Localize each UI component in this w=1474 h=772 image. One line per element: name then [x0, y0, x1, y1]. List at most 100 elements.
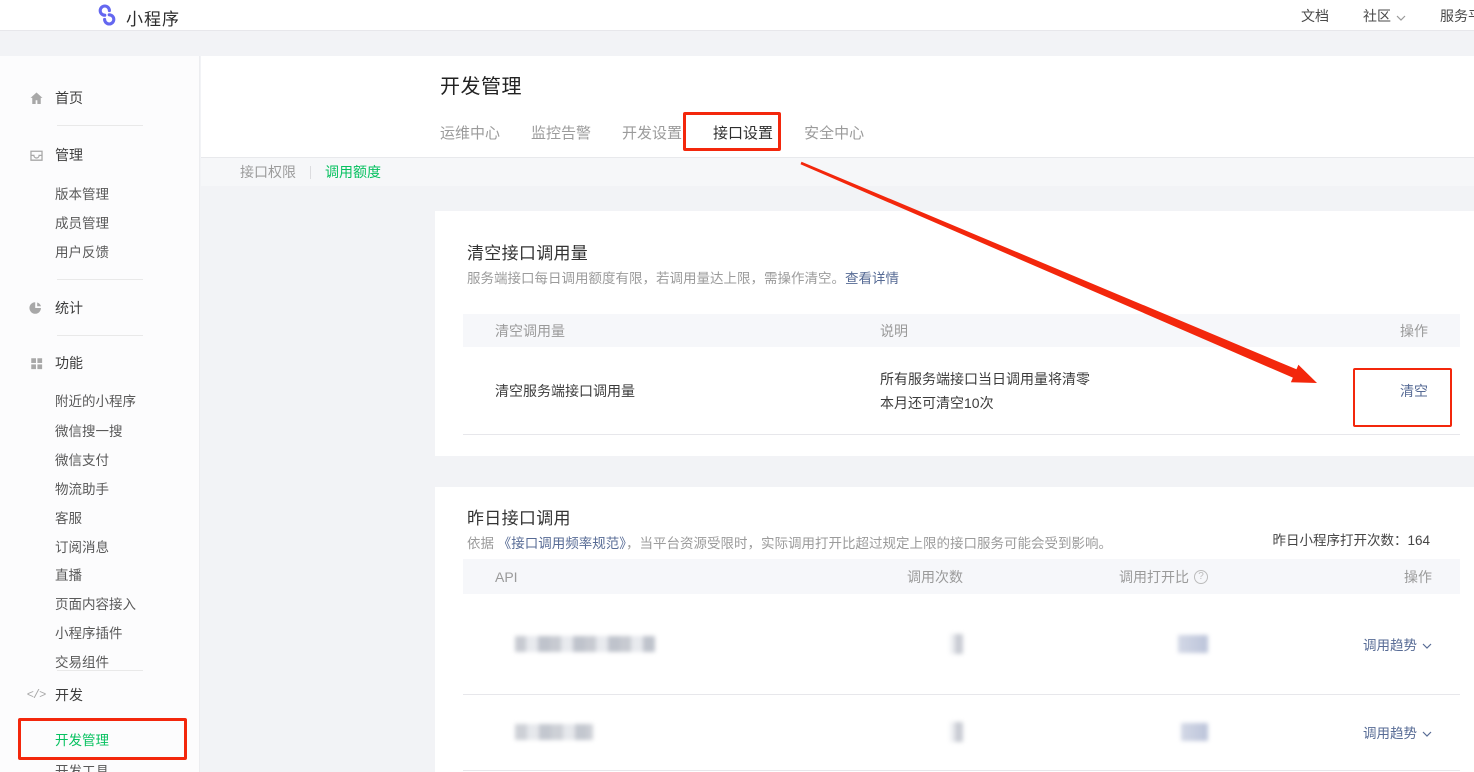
table-row: 清空服务端接口调用量 所有服务端接口当日调用量将清零 本月还可清空10次 清空 — [463, 347, 1460, 434]
section-title: 昨日接口调用 — [467, 504, 571, 529]
sidebar-item-member-mgmt[interactable]: 成员管理 — [0, 212, 200, 232]
frequency-spec-link[interactable]: 《接口调用频率规范》 — [498, 536, 626, 551]
section-description: 依据 《接口调用频率规范》，当平台资源受限时，实际调用打开比超过规定上限的接口服… — [467, 532, 1112, 552]
nav-docs[interactable]: 文档 — [1301, 6, 1329, 26]
sidebar-item-page-content[interactable]: 页面内容接入 — [0, 593, 200, 613]
sidebar-item-management[interactable]: 管理 — [0, 145, 200, 165]
open-count-stat: 昨日小程序打开次数：164 — [1272, 529, 1430, 549]
open-ratio-label: 调用打开比 — [1119, 567, 1189, 587]
clear-table-header: 清空调用量 说明 操作 — [463, 314, 1460, 347]
sidebar-item-live[interactable]: 直播 — [0, 564, 200, 584]
clear-desc-line2: 本月还可清空10次 — [880, 391, 1310, 415]
sidebar-item-label: 直播 — [55, 564, 82, 584]
sidebar-item-development[interactable]: </> 开发 — [0, 685, 200, 705]
action-cell: 调用趋势 — [1208, 722, 1460, 742]
table-row: 调用趋势 — [463, 694, 1460, 770]
sidebar-item-label: 用户反馈 — [55, 241, 109, 261]
sidebar-item-label: 客服 — [55, 507, 82, 527]
tab-bar: 运维中心 监控告警 开发设置 接口设置 安全中心 — [440, 110, 864, 158]
open-count-label: 昨日小程序打开次数： — [1272, 533, 1407, 548]
code-icon: </> — [27, 686, 45, 704]
sidebar-item-home[interactable]: 首页 — [0, 88, 200, 108]
nav-community[interactable]: 社区 — [1363, 6, 1406, 26]
sidebar-item-label: 成员管理 — [55, 212, 109, 232]
redacted-api-name — [515, 724, 593, 740]
sidebar-item-trade-component[interactable]: 交易组件 — [0, 651, 200, 671]
tab-security-center[interactable]: 安全中心 — [804, 110, 864, 158]
redacted-call-count — [950, 722, 963, 742]
inbox-icon — [27, 146, 45, 164]
redacted-open-ratio — [1181, 723, 1208, 741]
action-cell: 调用趋势 — [1208, 634, 1460, 654]
column-header-action: 操作 — [1208, 567, 1460, 587]
chevron-down-icon[interactable] — [1422, 724, 1432, 740]
subtab-api-permissions[interactable]: 接口权限 — [240, 162, 296, 182]
sidebar-item-wechat-pay[interactable]: 微信支付 — [0, 449, 200, 469]
sidebar-item-plugins[interactable]: 小程序插件 — [0, 622, 200, 642]
sidebar-item-label: 附近的小程序 — [55, 390, 136, 410]
sidebar: 首页 管理 版本管理 成员管理 用户反馈 统计 功能 附近的小程序 微信搜一搜 … — [0, 56, 200, 772]
api-name-cell — [463, 724, 843, 740]
subtab-call-quota[interactable]: 调用额度 — [325, 162, 381, 182]
open-count-value: 164 — [1407, 533, 1430, 548]
tab-api-settings[interactable]: 接口设置 — [713, 110, 773, 158]
sidebar-item-label: 功能 — [55, 353, 83, 373]
tab-operations-center[interactable]: 运维中心 — [440, 110, 500, 158]
section-description: 服务端接口每日调用额度有限，若调用量达上限，需操作清空。查看详情 — [467, 267, 899, 287]
yesterday-api-section: 昨日接口调用 依据 《接口调用频率规范》，当平台资源受限时，实际调用打开比超过规… — [435, 487, 1474, 772]
column-header-api: API — [463, 569, 843, 585]
sidebar-item-dev-management[interactable]: 开发管理 — [0, 729, 200, 749]
column-header-description: 说明 — [880, 319, 1310, 343]
sidebar-item-nearby[interactable]: 附近的小程序 — [0, 390, 200, 410]
app-logo[interactable]: 小程序 — [95, 3, 180, 32]
clear-desc-line1: 所有服务端接口当日调用量将清零 — [880, 367, 1310, 391]
description-suffix: ，当平台资源受限时，实际调用打开比超过规定上限的接口服务可能会受到影响。 — [626, 536, 1112, 551]
sidebar-divider — [57, 670, 143, 671]
sidebar-item-label: 首页 — [55, 88, 83, 108]
sidebar-item-statistics[interactable]: 统计 — [0, 298, 200, 318]
sidebar-item-label: 管理 — [55, 145, 83, 165]
column-header-clear-quota: 清空调用量 — [463, 321, 880, 341]
sidebar-divider — [57, 279, 143, 280]
sidebar-divider — [57, 335, 143, 336]
tab-monitor-alert[interactable]: 监控告警 — [531, 110, 591, 158]
sidebar-item-user-feedback[interactable]: 用户反馈 — [0, 241, 200, 261]
nav-community-label: 社区 — [1363, 6, 1391, 26]
call-trend-link[interactable]: 调用趋势 — [1363, 722, 1417, 742]
column-header-open-ratio: 调用打开比 ? — [963, 567, 1208, 587]
chevron-down-icon[interactable] — [1422, 636, 1432, 652]
call-trend-link[interactable]: 调用趋势 — [1363, 634, 1417, 654]
open-ratio-cell — [963, 723, 1208, 741]
tab-dev-settings[interactable]: 开发设置 — [622, 110, 682, 158]
sidebar-item-search[interactable]: 微信搜一搜 — [0, 420, 200, 440]
sidebar-item-label: 订阅消息 — [55, 536, 109, 556]
view-details-link[interactable]: 查看详情 — [845, 271, 899, 286]
sidebar-item-label: 开发 — [55, 685, 83, 705]
sidebar-item-dev-tools[interactable]: 开发工具 — [0, 760, 200, 772]
api-table-header: API 调用次数 调用打开比 ? 操作 — [463, 559, 1460, 594]
row-divider — [463, 434, 1460, 435]
column-header-action: 操作 — [1310, 321, 1460, 341]
call-count-cell — [843, 722, 963, 742]
sidebar-item-customer-service[interactable]: 客服 — [0, 507, 200, 527]
sidebar-item-label: 统计 — [55, 298, 83, 318]
top-nav: 文档 社区 服务平台 — [1301, 0, 1474, 31]
help-icon[interactable]: ? — [1194, 570, 1208, 584]
nav-service-platform[interactable]: 服务平台 — [1440, 6, 1474, 26]
sidebar-item-label: 开发工具 — [55, 760, 109, 772]
description-text: 服务端接口每日调用额度有限，若调用量达上限，需操作清空。 — [467, 271, 845, 286]
column-header-call-count: 调用次数 — [843, 567, 963, 587]
clear-button[interactable]: 清空 — [1400, 383, 1428, 399]
sidebar-item-features[interactable]: 功能 — [0, 353, 200, 373]
open-ratio-cell — [963, 635, 1208, 653]
sidebar-item-label: 小程序插件 — [55, 622, 123, 642]
subtab-separator — [310, 166, 311, 179]
sidebar-item-label: 微信支付 — [55, 449, 109, 469]
redacted-api-name — [515, 636, 655, 652]
sidebar-item-subscribe-message[interactable]: 订阅消息 — [0, 536, 200, 556]
miniprogram-logo-icon — [95, 3, 119, 32]
sidebar-item-version-mgmt[interactable]: 版本管理 — [0, 183, 200, 203]
sidebar-item-logistics[interactable]: 物流助手 — [0, 478, 200, 498]
grid-icon — [27, 354, 45, 372]
sidebar-item-label: 微信搜一搜 — [55, 420, 123, 440]
